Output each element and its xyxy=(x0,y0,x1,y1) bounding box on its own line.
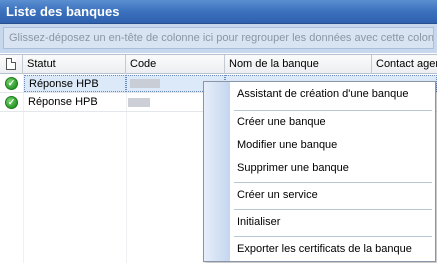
menu-item-create-bank[interactable]: Créer une banque xyxy=(237,116,326,134)
menu-item-bank-wizard[interactable]: Assistant de création d'une banque xyxy=(237,88,409,106)
menu-item-create-service[interactable]: Créer un service xyxy=(237,189,318,207)
column-header-icon[interactable] xyxy=(0,55,23,74)
check-icon: ✓ xyxy=(5,96,18,109)
column-header-code[interactable]: Code xyxy=(126,55,225,74)
menu-separator xyxy=(234,209,432,210)
status-cell: Réponse HPB xyxy=(28,96,98,108)
menu-separator xyxy=(234,110,432,111)
status-cell: Réponse HPB xyxy=(24,75,126,92)
menu-separator xyxy=(234,182,432,183)
menu-item-initialize[interactable]: Initialiser xyxy=(237,216,280,234)
redacted-code xyxy=(128,98,150,107)
window-title: Liste des banques xyxy=(0,0,437,24)
context-menu: Assistant de création d'une banque Créer… xyxy=(203,81,436,262)
check-icon: ✓ xyxy=(5,77,18,90)
group-by-panel[interactable]: Glissez-déposez un en-tête de colonne ic… xyxy=(0,24,437,53)
group-by-hint: Glissez-déposez un en-tête de colonne ic… xyxy=(3,27,434,49)
column-header-status[interactable]: Statut xyxy=(23,55,126,74)
document-icon xyxy=(6,58,16,70)
menu-separator xyxy=(234,236,432,237)
grid-header: Statut Code Nom de la banque Contact age… xyxy=(0,54,437,74)
menu-item-modify-bank[interactable]: Modifier une banque xyxy=(237,139,337,157)
menu-item-delete-bank[interactable]: Supprimer une banque xyxy=(237,162,349,180)
column-header-contact[interactable]: Contact agence xyxy=(372,55,437,74)
column-header-bank-name[interactable]: Nom de la banque xyxy=(225,55,372,74)
menu-item-export-certificates[interactable]: Exporter les certificats de la banque xyxy=(237,243,412,261)
redacted-code xyxy=(130,79,160,88)
menu-gutter xyxy=(204,82,230,261)
